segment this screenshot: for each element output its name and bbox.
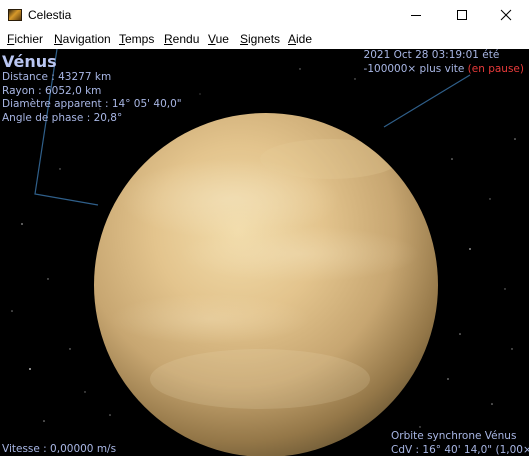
maximize-button[interactable] bbox=[439, 0, 485, 30]
celestia-window: Celestia Fichier Navigation Temps Rendu … bbox=[0, 0, 529, 456]
object-apparent-diameter: Diamètre apparent : 14° 05' 40,0" bbox=[2, 98, 182, 110]
object-phase-angle: Angle de phase : 20,8° bbox=[2, 111, 123, 124]
time-panel: 2021 Oct 28 03:19:01 été -100000× plus v… bbox=[364, 49, 524, 76]
camera-mode: Orbite synchrone Vénus bbox=[391, 430, 517, 442]
menu-bar: Fichier Navigation Temps Rendu Vue Signe… bbox=[0, 30, 529, 50]
menu-rendu[interactable]: Rendu bbox=[164, 32, 199, 46]
paused-indicator: (en pause) bbox=[467, 62, 524, 75]
object-name: Vénus bbox=[2, 52, 57, 71]
menu-navigation[interactable]: Navigation bbox=[54, 32, 111, 46]
simulation-datetime: 2021 Oct 28 03:19:01 été bbox=[363, 49, 500, 61]
object-info-panel: Vénus Distance : 43277 km Rayon : 6052,0… bbox=[2, 52, 182, 125]
object-distance: Distance : 43277 km bbox=[2, 71, 112, 83]
menu-signets[interactable]: Signets bbox=[240, 32, 280, 46]
menu-temps[interactable]: Temps bbox=[119, 32, 154, 46]
venus-planet bbox=[94, 113, 438, 456]
menu-vue[interactable]: Vue bbox=[208, 32, 229, 46]
minimize-button[interactable] bbox=[393, 0, 439, 30]
time-rate-line: -100000× plus vite (en pause) bbox=[364, 63, 524, 77]
maximize-icon bbox=[457, 10, 467, 20]
celestia-app-icon[interactable] bbox=[8, 9, 22, 21]
sky-viewport[interactable]: Vénus Distance : 43277 km Rayon : 6052,0… bbox=[0, 49, 529, 456]
time-rate: -100000× plus vite bbox=[363, 62, 465, 75]
object-radius: Rayon : 6052,0 km bbox=[2, 84, 102, 97]
menu-aide[interactable]: Aide bbox=[288, 32, 312, 46]
field-of-view: CdV : 16° 40' 14,0" (1,00×) bbox=[391, 443, 529, 456]
menu-fichier[interactable]: Fichier bbox=[7, 32, 43, 46]
close-button[interactable] bbox=[483, 0, 529, 30]
title-bar[interactable]: Celestia bbox=[0, 0, 529, 30]
camera-status-panel: Orbite synchrone Vénus CdV : 16° 40' 14,… bbox=[391, 430, 529, 456]
minimize-icon bbox=[411, 15, 421, 16]
close-icon bbox=[500, 9, 512, 21]
speed-readout: Vitesse : 0,00000 m/s bbox=[2, 443, 117, 455]
window-title: Celestia bbox=[28, 8, 72, 22]
